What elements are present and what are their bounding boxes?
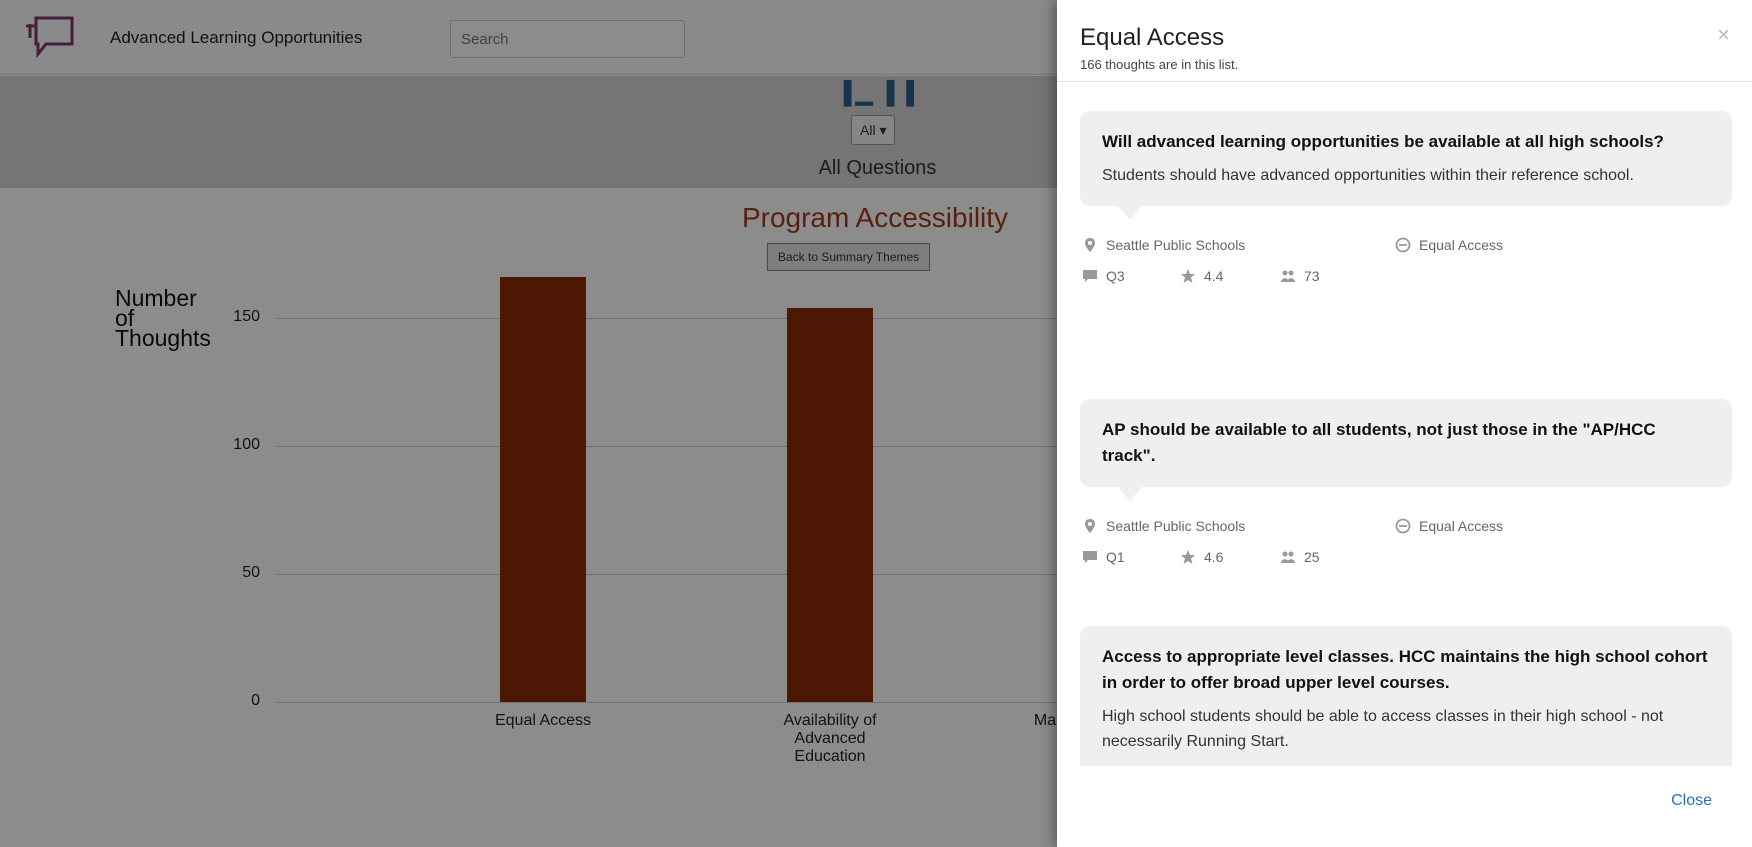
theme-icon xyxy=(1395,237,1411,253)
comment-icon xyxy=(1083,270,1097,282)
participants-meta: 73 xyxy=(1280,268,1320,284)
thought-meta: Seattle Public Schools Equal Access Q3 4… xyxy=(1080,206,1732,284)
thought-title: Will advanced learning opportunities be … xyxy=(1102,132,1664,151)
theme-meta: Equal Access xyxy=(1395,237,1503,253)
thought-title: AP should be available to all students, … xyxy=(1102,420,1656,465)
thought-bubble: Access to appropriate level classes. HCC… xyxy=(1080,626,1732,766)
theme-meta: Equal Access xyxy=(1395,518,1503,534)
thought-bubble: AP should be available to all students, … xyxy=(1080,399,1732,501)
modal-title: Equal Access xyxy=(1080,24,1225,51)
star-icon xyxy=(1181,269,1195,283)
close-button[interactable]: Close xyxy=(1671,792,1712,810)
participants-label: 73 xyxy=(1304,268,1320,284)
thought-list-modal: Equal Access 166 thoughts are in this li… xyxy=(1057,0,1752,847)
thought-text: Students should have advanced opportunit… xyxy=(1102,167,1634,184)
theme-icon xyxy=(1395,518,1411,534)
people-icon xyxy=(1281,270,1295,282)
thought-title: Access to appropriate level classes. HCC… xyxy=(1102,647,1708,692)
star-icon xyxy=(1181,550,1195,564)
thought-card: AP should be available to all students, … xyxy=(1080,399,1732,565)
modal-footer: Close xyxy=(1057,766,1752,847)
thought-bubble: Will advanced learning opportunities be … xyxy=(1080,111,1732,220)
rating-meta: 4.6 xyxy=(1180,549,1223,565)
participants-meta: 25 xyxy=(1280,549,1320,565)
map-pin-icon xyxy=(1085,238,1095,252)
question-meta: Q3 xyxy=(1082,268,1125,284)
thought-text: High school students should be able to a… xyxy=(1102,708,1664,750)
rating-meta: 4.4 xyxy=(1180,268,1223,284)
modal-header: Equal Access 166 thoughts are in this li… xyxy=(1057,0,1752,82)
question-label: Q3 xyxy=(1106,268,1125,284)
close-icon[interactable]: × xyxy=(1717,22,1730,48)
comment-icon xyxy=(1083,551,1097,563)
thought-meta: Seattle Public Schools Equal Access Q1 4… xyxy=(1080,487,1732,565)
people-icon xyxy=(1281,551,1295,563)
location-label: Seattle Public Schools xyxy=(1106,237,1246,253)
modal-subtitle: 166 thoughts are in this list. xyxy=(1080,57,1239,72)
question-label: Q1 xyxy=(1106,549,1125,565)
theme-label: Equal Access xyxy=(1419,518,1504,534)
location-meta: Seattle Public Schools xyxy=(1082,237,1245,253)
location-label: Seattle Public Schools xyxy=(1106,518,1246,534)
thought-card: Access to appropriate level classes. HCC… xyxy=(1080,626,1732,766)
modal-body[interactable]: Will advanced learning opportunities be … xyxy=(1057,83,1752,766)
theme-label: Equal Access xyxy=(1419,237,1504,253)
thought-card: Will advanced learning opportunities be … xyxy=(1080,111,1732,284)
participants-label: 25 xyxy=(1304,549,1320,565)
question-meta: Q1 xyxy=(1082,549,1125,565)
rating-label: 4.6 xyxy=(1204,549,1224,565)
rating-label: 4.4 xyxy=(1204,268,1224,284)
map-pin-icon xyxy=(1085,519,1095,533)
location-meta: Seattle Public Schools xyxy=(1082,518,1245,534)
